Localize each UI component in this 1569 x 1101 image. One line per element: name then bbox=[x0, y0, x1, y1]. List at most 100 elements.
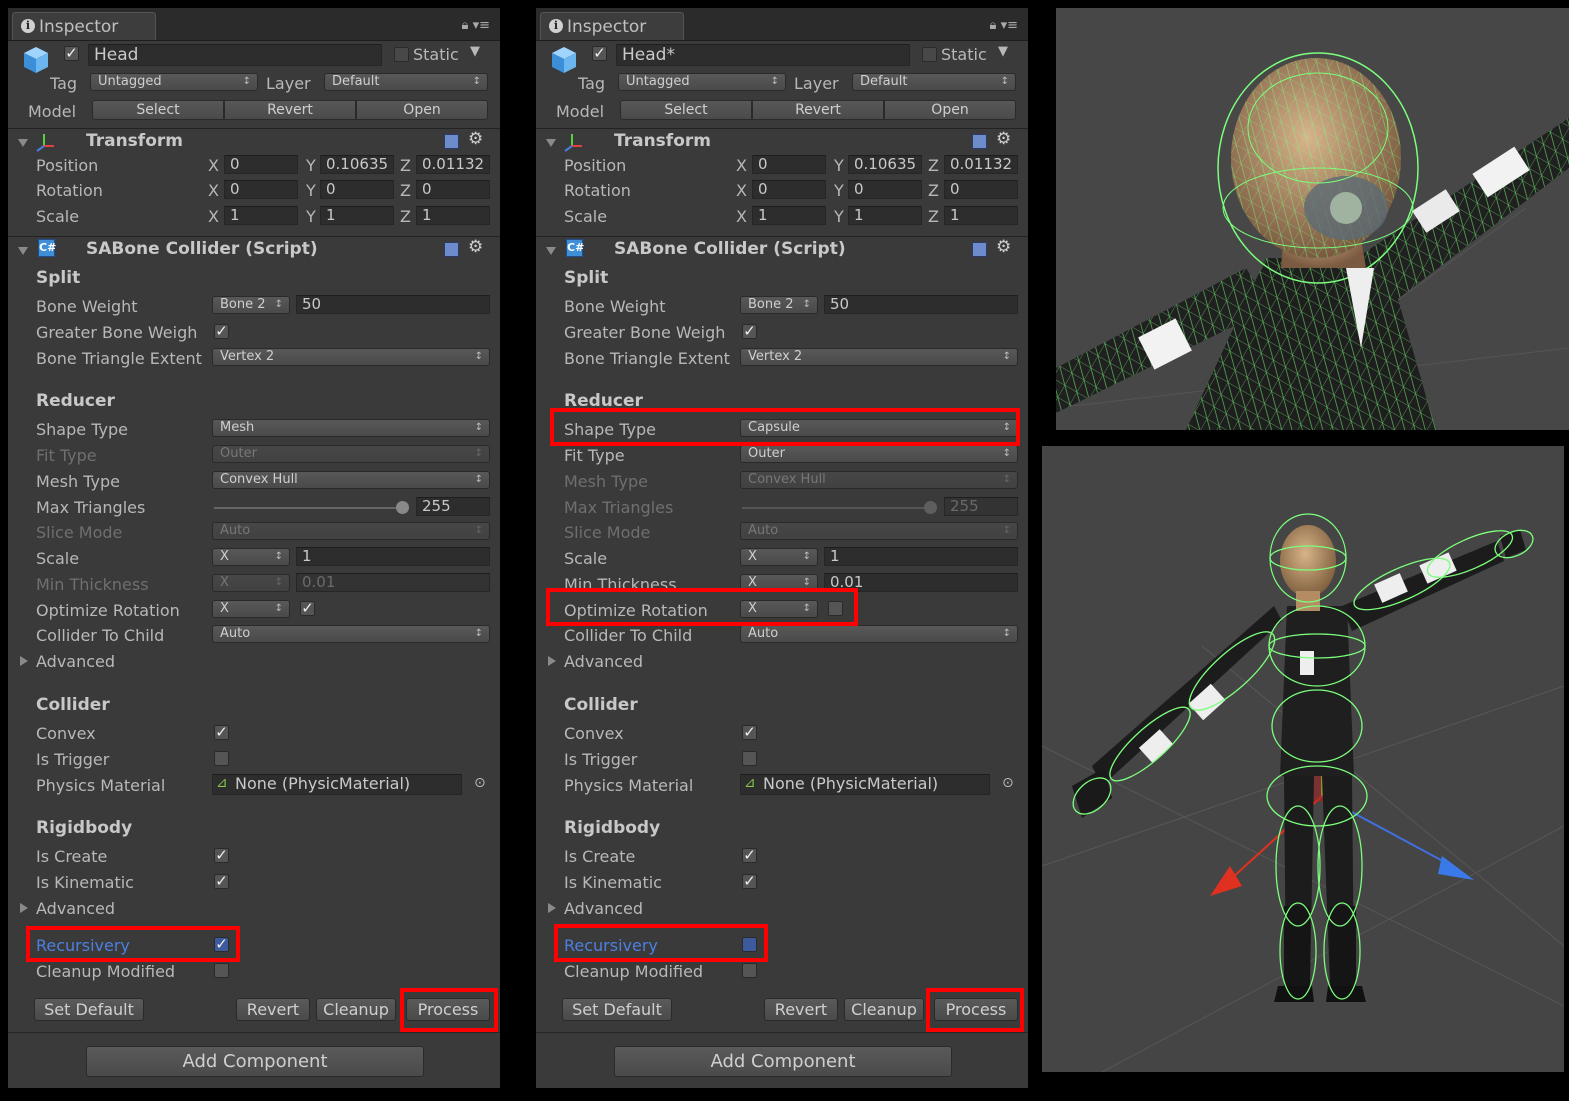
scale-z-field[interactable]: 1 bbox=[416, 206, 490, 225]
static-dropdown-icon[interactable]: ▼ bbox=[470, 44, 480, 59]
max-triangles-slider-track[interactable] bbox=[214, 507, 408, 509]
rotation-y-field[interactable]: 0 bbox=[848, 180, 922, 199]
min-thickness-axis-dropdown[interactable]: X bbox=[212, 574, 290, 592]
bone-weight-dropdown[interactable]: Bone 2 bbox=[740, 296, 818, 314]
slice-mode-dropdown[interactable]: Auto bbox=[212, 522, 490, 540]
scale-y-field[interactable]: 1 bbox=[320, 206, 394, 225]
mesh-type-dropdown[interactable]: Convex Hull bbox=[740, 471, 1018, 489]
physics-material-field[interactable]: None (PhysicMaterial) bbox=[740, 774, 990, 795]
model-open-button[interactable]: Open bbox=[356, 100, 488, 120]
gear-icon[interactable]: ⚙︎ bbox=[468, 129, 483, 149]
rigidbody-advanced-foldout[interactable]: Advanced bbox=[564, 899, 643, 918]
static-checkbox[interactable] bbox=[922, 47, 937, 62]
advanced-foldout-arrow-icon[interactable] bbox=[548, 656, 556, 666]
greater-bone-weight-checkbox[interactable]: ✓ bbox=[214, 324, 229, 339]
help-icon[interactable] bbox=[444, 242, 459, 257]
max-triangles-field[interactable]: 255 bbox=[416, 497, 490, 516]
scale-axis-dropdown[interactable]: X bbox=[740, 548, 818, 566]
advanced-foldout-arrow-icon[interactable] bbox=[20, 656, 28, 666]
static-dropdown-icon[interactable]: ▼ bbox=[998, 44, 1008, 59]
set-default-button[interactable]: Set Default bbox=[34, 998, 144, 1021]
bone-weight-dropdown[interactable]: Bone 2 bbox=[212, 296, 290, 314]
is-trigger-checkbox[interactable] bbox=[214, 751, 229, 766]
viewport-capsule-colliders[interactable] bbox=[1042, 446, 1564, 1072]
advanced-foldout-arrow-icon[interactable] bbox=[20, 903, 28, 913]
tab-inspector[interactable]: i Inspector bbox=[540, 12, 684, 40]
revert-button[interactable]: Revert bbox=[764, 998, 838, 1021]
rotation-y-field[interactable]: 0 bbox=[320, 180, 394, 199]
tab-inspector[interactable]: i Inspector bbox=[12, 12, 156, 40]
fit-type-dropdown[interactable]: Outer bbox=[740, 445, 1018, 463]
reducer-advanced-foldout[interactable]: Advanced bbox=[36, 652, 115, 671]
layer-dropdown[interactable]: Default bbox=[852, 73, 1016, 91]
help-icon[interactable] bbox=[972, 242, 987, 257]
bone-weight-field[interactable]: 50 bbox=[296, 295, 490, 314]
is-kinematic-checkbox[interactable]: ✓ bbox=[214, 874, 229, 889]
convex-checkbox[interactable]: ✓ bbox=[742, 725, 757, 740]
gear-icon[interactable]: ⚙︎ bbox=[468, 237, 483, 257]
convex-checkbox[interactable]: ✓ bbox=[214, 725, 229, 740]
scale-z-field[interactable]: 1 bbox=[944, 206, 1018, 225]
cleanup-button[interactable]: Cleanup bbox=[316, 998, 396, 1021]
bone-triangle-extent-dropdown[interactable]: Vertex 2 bbox=[740, 348, 1018, 366]
object-name-field[interactable]: Head bbox=[88, 44, 382, 66]
fit-type-dropdown[interactable]: Outer bbox=[212, 445, 490, 463]
position-y-field[interactable]: 0.10635 bbox=[848, 155, 922, 174]
scale-x-field[interactable]: 1 bbox=[752, 206, 826, 225]
collider-to-child-dropdown[interactable]: Auto bbox=[740, 625, 1018, 643]
foldout-arrow-icon[interactable] bbox=[546, 139, 556, 147]
model-select-button[interactable]: Select bbox=[92, 100, 224, 120]
position-z-field[interactable]: 0.01132 bbox=[944, 155, 1018, 174]
greater-bone-weight-checkbox[interactable]: ✓ bbox=[742, 324, 757, 339]
tag-dropdown[interactable]: Untagged bbox=[618, 73, 786, 91]
object-picker-icon[interactable]: ⊙ bbox=[1002, 775, 1014, 791]
transform-component-header[interactable] bbox=[8, 128, 500, 155]
rotation-z-field[interactable]: 0 bbox=[944, 180, 1018, 199]
position-x-field[interactable]: 0 bbox=[224, 155, 298, 174]
lock-icon[interactable]: 🔒︎ ▾≡ bbox=[990, 18, 1018, 33]
object-name-field[interactable]: Head* bbox=[616, 44, 910, 66]
model-revert-button[interactable]: Revert bbox=[224, 100, 356, 120]
scale-x-field[interactable]: 1 bbox=[224, 206, 298, 225]
advanced-foldout-arrow-icon[interactable] bbox=[548, 903, 556, 913]
object-picker-icon[interactable]: ⊙ bbox=[474, 775, 486, 791]
transform-component-header[interactable] bbox=[536, 128, 1028, 155]
cleanup-modified-checkbox[interactable] bbox=[214, 963, 229, 978]
set-default-button[interactable]: Set Default bbox=[562, 998, 672, 1021]
slice-mode-dropdown[interactable]: Auto bbox=[740, 522, 1018, 540]
help-icon[interactable] bbox=[972, 134, 987, 149]
help-icon[interactable] bbox=[444, 134, 459, 149]
revert-button[interactable]: Revert bbox=[236, 998, 310, 1021]
max-triangles-slider-track[interactable] bbox=[742, 507, 936, 509]
lock-icon[interactable]: 🔒︎ ▾≡ bbox=[462, 18, 490, 33]
scale-axis-dropdown[interactable]: X bbox=[212, 548, 290, 566]
cleanup-modified-checkbox[interactable] bbox=[742, 963, 757, 978]
collider-to-child-dropdown[interactable]: Auto bbox=[212, 625, 490, 643]
static-checkbox[interactable] bbox=[394, 47, 409, 62]
rotation-x-field[interactable]: 0 bbox=[752, 180, 826, 199]
optimize-rotation-checkbox[interactable]: ✓ bbox=[300, 601, 315, 616]
is-kinematic-checkbox[interactable]: ✓ bbox=[742, 874, 757, 889]
foldout-arrow-icon[interactable] bbox=[18, 247, 28, 255]
is-create-checkbox[interactable]: ✓ bbox=[214, 848, 229, 863]
max-triangles-field[interactable]: 255 bbox=[944, 497, 1018, 516]
is-create-checkbox[interactable]: ✓ bbox=[742, 848, 757, 863]
layer-dropdown[interactable]: Default bbox=[324, 73, 488, 91]
bone-weight-field[interactable]: 50 bbox=[824, 295, 1018, 314]
add-component-button[interactable]: Add Component bbox=[614, 1046, 952, 1077]
reducer-advanced-foldout[interactable]: Advanced bbox=[564, 652, 643, 671]
position-y-field[interactable]: 0.10635 bbox=[320, 155, 394, 174]
gear-icon[interactable]: ⚙︎ bbox=[996, 129, 1011, 149]
model-select-button[interactable]: Select bbox=[620, 100, 752, 120]
is-trigger-checkbox[interactable] bbox=[742, 751, 757, 766]
max-triangles-slider-handle[interactable] bbox=[924, 501, 937, 514]
physics-material-field[interactable]: None (PhysicMaterial) bbox=[212, 774, 462, 795]
position-z-field[interactable]: 0.01132 bbox=[416, 155, 490, 174]
max-triangles-slider-handle[interactable] bbox=[396, 501, 409, 514]
cleanup-button[interactable]: Cleanup bbox=[844, 998, 924, 1021]
active-checkbox[interactable]: ✓ bbox=[64, 46, 79, 61]
rotation-x-field[interactable]: 0 bbox=[224, 180, 298, 199]
rigidbody-advanced-foldout[interactable]: Advanced bbox=[36, 899, 115, 918]
min-thickness-field[interactable]: 0.01 bbox=[296, 573, 490, 592]
mesh-type-dropdown[interactable]: Convex Hull bbox=[212, 471, 490, 489]
